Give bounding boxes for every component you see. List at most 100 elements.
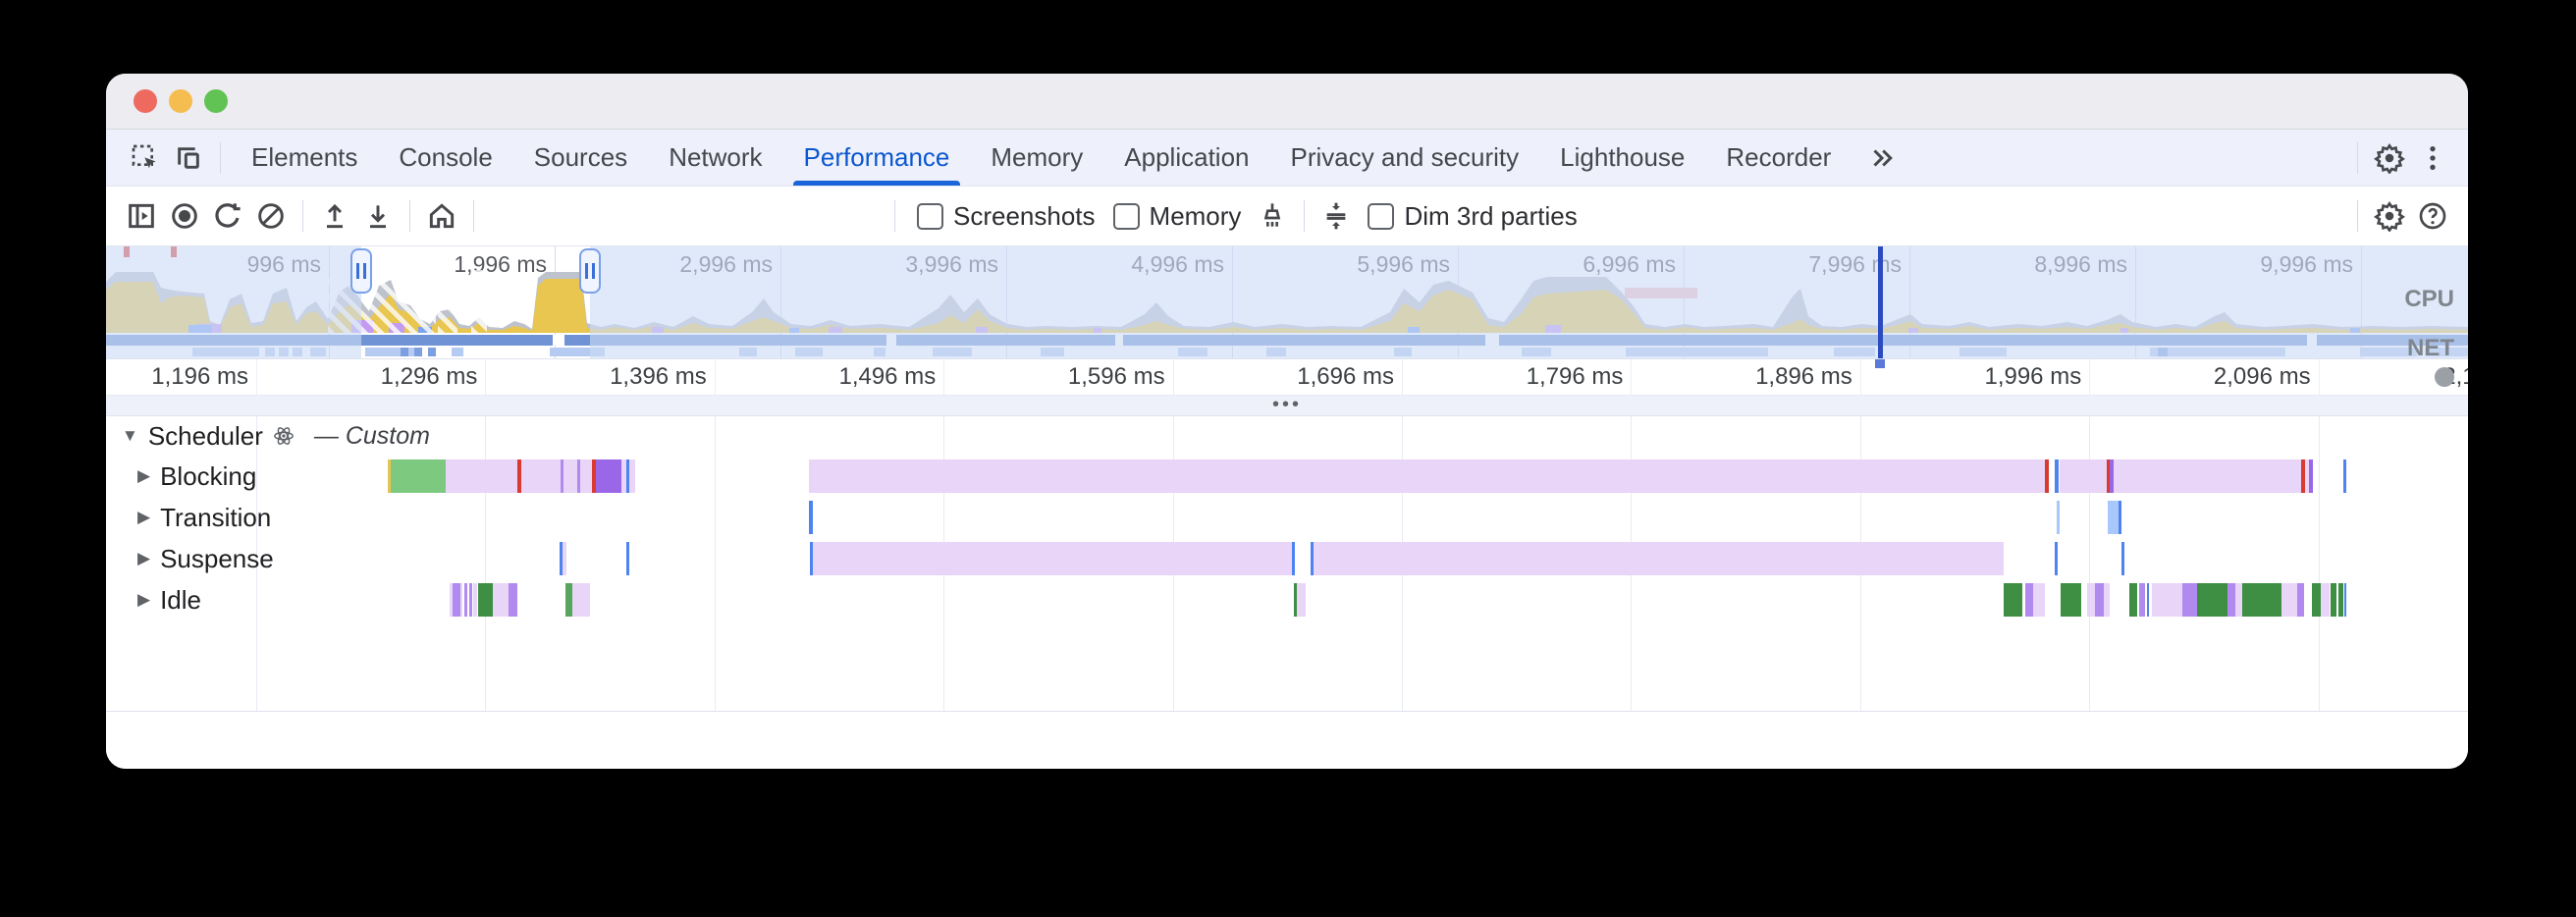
flame-segment-suspense[interactable] xyxy=(1314,542,2004,575)
flame-segment-blocking[interactable] xyxy=(2343,459,2346,493)
flame-segment-idle[interactable] xyxy=(2321,583,2330,617)
flame-segment-idle[interactable] xyxy=(464,583,467,617)
flame-segment-blocking[interactable] xyxy=(2114,459,2301,493)
download-profile-icon[interactable] xyxy=(356,194,400,238)
ruler-scroll-thumb[interactable] xyxy=(2435,367,2454,387)
flame-segment-idle[interactable] xyxy=(473,583,477,617)
flame-segment-blocking[interactable] xyxy=(580,459,592,493)
flame-segment-idle[interactable] xyxy=(2242,583,2281,617)
flame-segment-suspense[interactable] xyxy=(813,542,1292,575)
flame-segment-blocking[interactable] xyxy=(809,459,2045,493)
upload-profile-icon[interactable] xyxy=(313,194,356,238)
memory-checkbox[interactable] xyxy=(1113,203,1140,230)
flame-segment-suspense[interactable] xyxy=(563,542,566,575)
flame-segment-blocking[interactable] xyxy=(521,459,561,493)
toggle-sidebar-icon[interactable] xyxy=(120,194,163,238)
flame-segment-idle[interactable] xyxy=(2104,583,2110,617)
flame-segment-idle[interactable] xyxy=(2129,583,2137,617)
collapse-triangle-icon[interactable]: ▼ xyxy=(122,426,138,446)
compress-arrows-icon[interactable] xyxy=(1315,194,1358,238)
close-window-button[interactable] xyxy=(134,89,157,113)
settings-gear-icon[interactable] xyxy=(2368,136,2411,180)
track-row-blocking[interactable]: ▶Blocking xyxy=(137,456,256,497)
flame-segment-transition[interactable] xyxy=(2108,501,2119,534)
flame-segment-blocking[interactable] xyxy=(2060,459,2107,493)
flame-segment-idle[interactable] xyxy=(478,583,493,617)
panel-resize-handle[interactable]: ••• xyxy=(106,396,2468,416)
selection-handle-right[interactable] xyxy=(579,248,601,294)
flame-segment-transition[interactable] xyxy=(2057,501,2060,534)
flame-segment-idle[interactable] xyxy=(2182,583,2197,617)
flame-segment-idle[interactable] xyxy=(2095,583,2104,617)
flame-segment-blocking[interactable] xyxy=(629,459,635,493)
flame-segment-idle[interactable] xyxy=(2235,583,2242,617)
selection-handle-left[interactable] xyxy=(350,248,372,294)
tab-privacy-and-security[interactable]: Privacy and security xyxy=(1270,130,1540,186)
flame-segment-idle[interactable] xyxy=(572,583,590,617)
clear-icon[interactable] xyxy=(249,194,293,238)
maximize-window-button[interactable] xyxy=(204,89,228,113)
flame-segment-idle[interactable] xyxy=(2147,583,2149,617)
dim-3rd-parties-checkbox[interactable] xyxy=(1368,203,1394,230)
flame-segment-suspense[interactable] xyxy=(2121,542,2124,575)
flame-segment-idle[interactable] xyxy=(2197,583,2227,617)
flame-segment-idle[interactable] xyxy=(2061,583,2081,617)
flame-segment-transition[interactable] xyxy=(809,501,813,534)
screenshots-checkbox[interactable] xyxy=(917,203,943,230)
flame-segment-idle[interactable] xyxy=(2087,583,2095,617)
track-header-scheduler[interactable]: ▼Scheduler— Custom xyxy=(122,416,430,456)
flame-segment-idle[interactable] xyxy=(2338,583,2343,617)
flame-segment-idle[interactable] xyxy=(509,583,517,617)
flame-segment-suspense[interactable] xyxy=(1292,542,1295,575)
flame-segment-idle[interactable] xyxy=(469,583,472,617)
flame-segment-blocking[interactable] xyxy=(2309,459,2313,493)
tab-network[interactable]: Network xyxy=(648,130,782,186)
flame-segment-idle[interactable] xyxy=(453,583,460,617)
collect-garbage-brush-icon[interactable] xyxy=(1251,194,1294,238)
more-options-kebab-icon[interactable] xyxy=(2411,136,2454,180)
track-row-idle[interactable]: ▶Idle xyxy=(137,579,201,620)
memory-toggle[interactable]: Memory xyxy=(1113,201,1252,232)
tab-elements[interactable]: Elements xyxy=(231,130,378,186)
flame-segment-transition[interactable] xyxy=(2119,501,2121,534)
flame-segment-idle[interactable] xyxy=(460,583,462,617)
flame-segment-idle[interactable] xyxy=(2227,583,2235,617)
flame-segment-blocking[interactable] xyxy=(596,459,621,493)
flame-segment-blocking[interactable] xyxy=(564,459,577,493)
tab-sources[interactable]: Sources xyxy=(513,130,648,186)
device-toolbar-icon[interactable] xyxy=(167,136,210,180)
flame-segment-idle[interactable] xyxy=(2331,583,2336,617)
flame-segment-idle[interactable] xyxy=(565,583,572,617)
flame-segment-idle[interactable] xyxy=(2139,583,2145,617)
flame-segment-idle[interactable] xyxy=(493,583,509,617)
tab-recorder[interactable]: Recorder xyxy=(1705,130,1852,186)
expand-triangle-icon[interactable]: ▶ xyxy=(137,508,150,527)
inspect-element-icon[interactable] xyxy=(124,136,167,180)
capture-settings-gear-icon[interactable] xyxy=(2368,194,2411,238)
flame-segment-blocking[interactable] xyxy=(391,459,446,493)
more-tabs-icon[interactable] xyxy=(1852,130,1912,186)
minimize-window-button[interactable] xyxy=(169,89,192,113)
flame-segment-idle[interactable] xyxy=(2152,583,2182,617)
home-icon[interactable] xyxy=(420,194,463,238)
help-icon[interactable] xyxy=(2411,194,2454,238)
track-row-suspense[interactable]: ▶Suspense xyxy=(137,538,274,579)
tab-performance[interactable]: Performance xyxy=(783,130,971,186)
flame-segment-idle[interactable] xyxy=(2344,583,2346,617)
record-icon[interactable] xyxy=(163,194,206,238)
flame-segment-idle[interactable] xyxy=(2033,583,2045,617)
track-row-transition[interactable]: ▶Transition xyxy=(137,497,271,538)
expand-triangle-icon[interactable]: ▶ xyxy=(137,549,150,568)
timeline-overview[interactable]: 996 ms1,996 ms2,996 ms3,996 ms4,996 ms5,… xyxy=(106,246,2468,359)
tab-lighthouse[interactable]: Lighthouse xyxy=(1539,130,1705,186)
flame-segment-suspense[interactable] xyxy=(2055,542,2058,575)
flame-segment-idle[interactable] xyxy=(2312,583,2321,617)
tab-console[interactable]: Console xyxy=(378,130,512,186)
flame-segment-idle[interactable] xyxy=(2281,583,2297,617)
flame-segment-blocking[interactable] xyxy=(2055,459,2059,493)
flame-segment-suspense[interactable] xyxy=(626,542,629,575)
flame-segment-idle[interactable] xyxy=(2004,583,2022,617)
flame-segment-idle[interactable] xyxy=(2025,583,2033,617)
record-and-reload-icon[interactable] xyxy=(206,194,249,238)
screenshots-toggle[interactable]: Screenshots xyxy=(917,201,1105,232)
